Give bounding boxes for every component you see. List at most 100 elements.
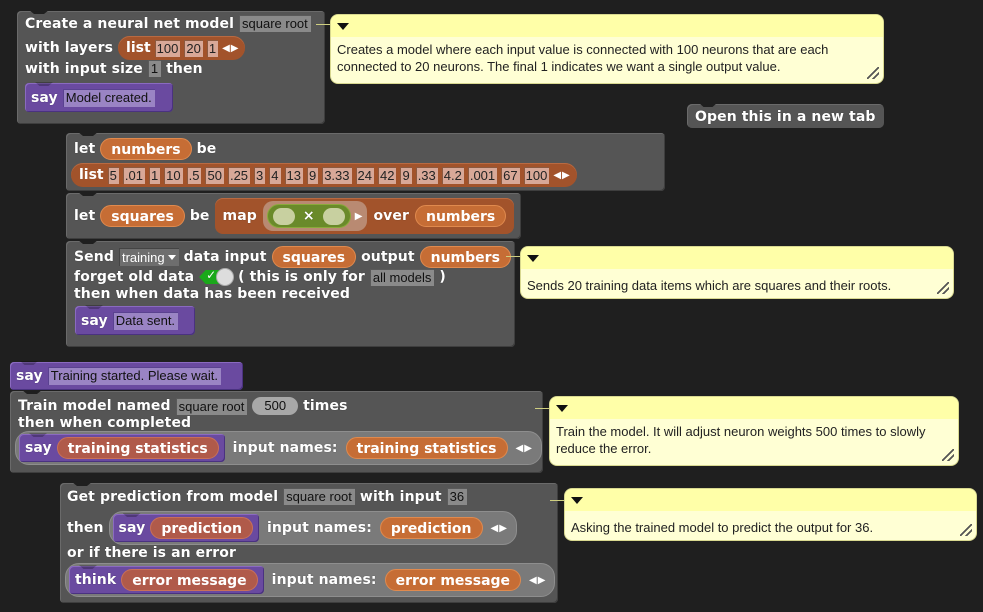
list-item-input[interactable]: 9 xyxy=(306,166,319,184)
list-item-input[interactable]: .25 xyxy=(227,166,251,184)
over-keyword: over xyxy=(373,208,409,224)
get-prediction-block[interactable]: Get prediction from model square root wi… xyxy=(60,483,558,603)
model-name-input[interactable]: square root xyxy=(239,15,311,32)
forget-toggle[interactable]: ✓ xyxy=(199,268,235,286)
be-keyword: be xyxy=(189,208,210,224)
resize-grip-icon[interactable] xyxy=(942,449,954,461)
say-block[interactable]: say training statistics xyxy=(19,434,225,462)
list-item-input[interactable]: 1 xyxy=(148,166,161,184)
operand-slot[interactable] xyxy=(322,207,345,225)
say-block[interactable]: say Model created. xyxy=(25,83,173,112)
collapse-triangle-icon[interactable] xyxy=(556,405,568,412)
model-name-input[interactable]: square root xyxy=(175,397,248,415)
list-item-input[interactable]: .5 xyxy=(186,166,202,184)
prediction-input[interactable]: 36 xyxy=(446,488,468,505)
param-arrows-icon[interactable]: ◀▶ xyxy=(516,443,533,454)
variable-error-message[interactable]: error message xyxy=(121,569,258,591)
resize-grip-icon[interactable] xyxy=(937,282,949,294)
say-text-input[interactable]: Model created. xyxy=(62,88,155,107)
send-data-block[interactable]: Send training data input squares output … xyxy=(66,241,515,347)
create-model-label: Create a neural net model xyxy=(25,15,235,32)
resize-grip-icon[interactable] xyxy=(867,67,879,79)
operand-slot[interactable] xyxy=(272,207,295,225)
variable-numbers[interactable]: numbers xyxy=(419,246,511,268)
list-item-input[interactable]: 42 xyxy=(377,166,397,184)
say-keyword: say xyxy=(31,89,58,106)
input-size-input[interactable]: 1 xyxy=(147,60,162,77)
chevron-down-icon xyxy=(167,254,176,260)
list-arrows-icon[interactable]: ◀▶ xyxy=(553,170,570,181)
numbers-list[interactable]: list 5.01 1 10.5 50.25 3 4 13 9 3.33 24 42 9.33 4.2.… xyxy=(71,163,577,187)
list-item-input[interactable]: 100 xyxy=(523,166,550,184)
close-paren: ) xyxy=(439,269,446,285)
get-prediction-label: Get prediction from model xyxy=(67,488,279,505)
say-text-input[interactable]: Data sent. xyxy=(112,311,179,330)
multiply-operator[interactable]: × xyxy=(266,204,351,228)
callback-ring[interactable]: say prediction input names: prediction ◀… xyxy=(108,511,517,545)
comment-send-data[interactable]: Sends 20 training data items which are s… xyxy=(520,246,954,299)
let-numbers-block[interactable]: let numbers be list 5.01 1 10.5 50.25 3 4 13 9 3… xyxy=(66,133,665,191)
comment-text: Train the model. It will adjust neuron w… xyxy=(556,424,926,456)
say-keyword: say xyxy=(81,312,108,329)
list-arrows-icon[interactable]: ◀▶ xyxy=(222,43,239,54)
variable-training-statistics[interactable]: training statistics xyxy=(56,437,219,459)
list-item-input[interactable]: .33 xyxy=(415,166,438,184)
with-input-label: with input xyxy=(359,488,442,505)
list-item-input[interactable]: .01 xyxy=(122,166,145,184)
list-item-input[interactable]: 5 xyxy=(107,166,119,184)
train-model-block[interactable]: Train model named square root 500 times … xyxy=(10,391,543,473)
variable-numbers[interactable]: numbers xyxy=(100,138,192,160)
variable-squares[interactable]: squares xyxy=(100,205,185,227)
list-item-input[interactable]: 9 xyxy=(400,166,412,184)
list-item-input[interactable]: 3.33 xyxy=(322,166,352,184)
list-item-input[interactable]: 10 xyxy=(164,166,183,184)
param-error-message[interactable]: error message xyxy=(384,569,522,591)
ring-arrow-icon[interactable]: ▶ xyxy=(355,211,364,222)
say-training-block[interactable]: say Training started. Please wait. xyxy=(10,362,243,390)
layer-input[interactable]: 100 xyxy=(154,39,181,57)
say-block[interactable]: say prediction xyxy=(112,514,259,542)
multiply-symbol: × xyxy=(302,208,315,224)
create-model-block[interactable]: Create a neural net model square root wi… xyxy=(17,11,325,124)
times-input[interactable]: 500 xyxy=(252,397,299,415)
only-for-input[interactable]: all models xyxy=(369,268,435,286)
map-reporter[interactable]: map × ▶ over numbers xyxy=(214,198,515,234)
then-label: then xyxy=(166,60,203,77)
say-text-input[interactable]: Training started. Please wait. xyxy=(47,367,221,385)
param-training-statistics[interactable]: training statistics xyxy=(345,437,508,459)
map-ring[interactable]: × ▶ xyxy=(262,201,368,231)
comment-predict[interactable]: Asking the trained model to predict the … xyxy=(564,488,977,541)
list-item-input[interactable]: 4 xyxy=(269,166,281,184)
think-block[interactable]: think error message xyxy=(69,566,264,594)
list-item-input[interactable]: 67 xyxy=(501,166,520,184)
variable-squares[interactable]: squares xyxy=(271,246,357,268)
comment-create-model[interactable]: Creates a model where each input value i… xyxy=(330,14,884,84)
resize-grip-icon[interactable] xyxy=(960,524,972,536)
layers-list[interactable]: list 100 20 1 ◀▶ xyxy=(118,36,246,60)
model-name-input[interactable]: square root xyxy=(283,488,355,505)
param-prediction[interactable]: prediction xyxy=(379,517,483,539)
open-new-tab-button[interactable]: Open this in a new tab xyxy=(687,104,884,128)
list-item-input[interactable]: .001 xyxy=(467,166,498,184)
send-keyword: Send xyxy=(74,249,114,265)
variable-prediction[interactable]: prediction xyxy=(150,517,253,539)
list-item-input[interactable]: 4.2 xyxy=(441,166,464,184)
layer-input[interactable]: 20 xyxy=(184,39,203,57)
error-callback-ring[interactable]: think error message input names: error m… xyxy=(65,563,556,597)
comment-train[interactable]: Train the model. It will adjust neuron w… xyxy=(549,396,959,466)
say-block[interactable]: say Data sent. xyxy=(75,306,195,335)
collapse-triangle-icon[interactable] xyxy=(337,23,349,30)
list-item-input[interactable]: 13 xyxy=(284,166,303,184)
variable-numbers[interactable]: numbers xyxy=(414,205,507,227)
callback-ring[interactable]: say training statistics input names: tra… xyxy=(15,431,542,465)
param-arrows-icon[interactable]: ◀▶ xyxy=(491,523,508,534)
list-item-input[interactable]: 3 xyxy=(254,166,266,184)
collapse-triangle-icon[interactable] xyxy=(527,255,539,262)
list-item-input[interactable]: 50 xyxy=(205,166,224,184)
let-squares-block[interactable]: let squares be map × ▶ over numbers xyxy=(66,193,521,239)
collapse-triangle-icon[interactable] xyxy=(571,497,583,504)
param-arrows-icon[interactable]: ◀▶ xyxy=(529,575,546,586)
layer-input[interactable]: 1 xyxy=(206,39,219,57)
list-item-input[interactable]: 24 xyxy=(355,166,374,184)
mode-dropdown[interactable]: training xyxy=(118,248,179,266)
